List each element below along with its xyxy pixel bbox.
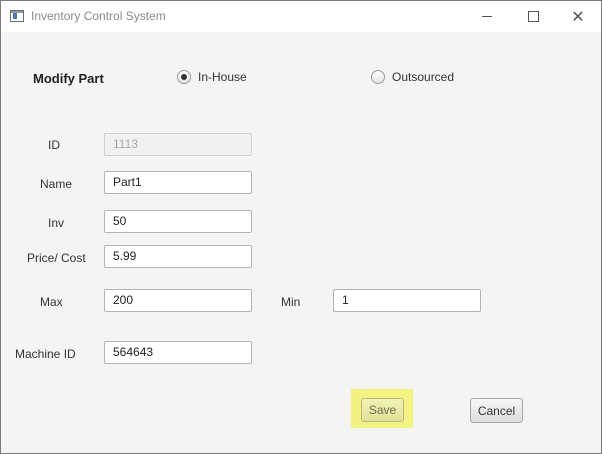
radio-unselected-icon: [371, 70, 385, 84]
maximize-button[interactable]: [510, 1, 556, 32]
modify-part-window: Inventory Control System ✕ Modify Part I…: [0, 0, 602, 454]
title-bar: Inventory Control System ✕: [1, 1, 601, 32]
radio-outsourced-label: Outsourced: [392, 70, 455, 84]
window-title: Inventory Control System: [31, 9, 166, 23]
radio-selected-icon: [177, 70, 191, 84]
close-button[interactable]: ✕: [555, 1, 601, 32]
min-field[interactable]: 1: [333, 289, 481, 312]
inv-field[interactable]: 50: [104, 210, 252, 233]
maximize-icon: [527, 11, 539, 22]
machine-id-label: Machine ID: [15, 347, 76, 361]
id-label: ID: [48, 138, 60, 152]
inv-label: Inv: [48, 216, 65, 230]
save-button[interactable]: Save: [361, 398, 404, 422]
name-field[interactable]: Part1: [104, 171, 252, 194]
radio-outsourced[interactable]: Outsourced: [371, 70, 454, 84]
max-field[interactable]: 200: [104, 289, 252, 312]
radio-in-house[interactable]: In-House: [177, 70, 247, 84]
name-label: Name: [40, 177, 73, 191]
minimize-button[interactable]: [464, 1, 510, 32]
form-content: Modify Part In-House Outsourced ID 1113 …: [1, 32, 601, 453]
radio-dot: [181, 74, 187, 80]
price-cost-field[interactable]: 5.99: [104, 245, 252, 268]
price-cost-label: Price/ Cost: [27, 251, 86, 265]
minimize-icon: [482, 16, 492, 17]
app-window-icon: [10, 10, 24, 22]
form-heading: Modify Part: [33, 71, 104, 86]
machine-id-field[interactable]: 564643: [104, 341, 252, 364]
min-label: Min: [281, 295, 301, 309]
radio-in-house-label: In-House: [198, 70, 247, 84]
close-icon: ✕: [571, 6, 585, 26]
cancel-button[interactable]: Cancel: [470, 398, 523, 423]
max-label: Max: [40, 295, 63, 309]
id-field: 1113: [104, 133, 252, 156]
